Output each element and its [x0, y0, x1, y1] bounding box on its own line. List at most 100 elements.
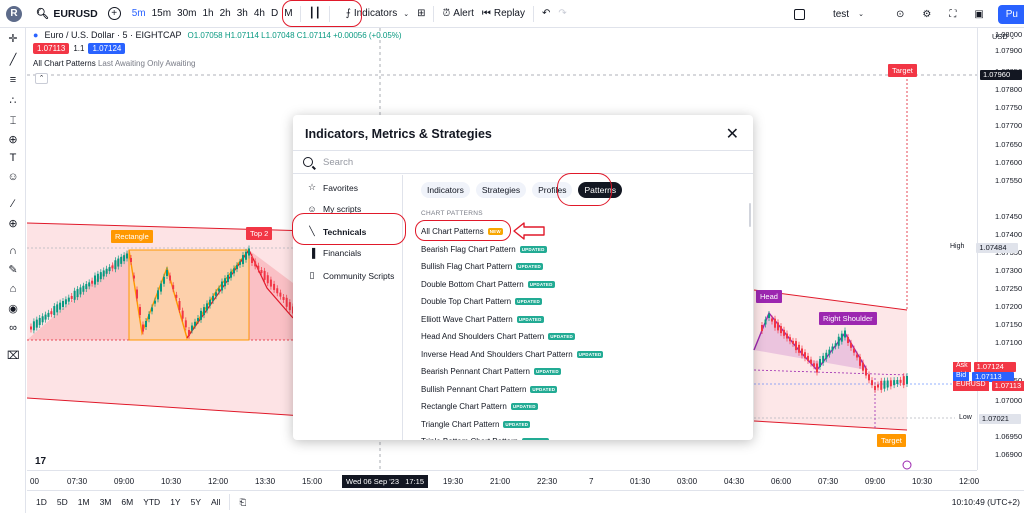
- tab-strategies[interactable]: Strategies: [475, 182, 527, 198]
- interval-3h[interactable]: 3h: [234, 8, 251, 19]
- range-5D[interactable]: 5D: [52, 497, 73, 507]
- time-axis[interactable]: 0007:3009:0010:3012:0013:3015:0018:0019:…: [27, 470, 979, 490]
- candle: [825, 352, 828, 359]
- layout-templates-button[interactable]: ⊞: [413, 4, 429, 24]
- symbol-search-button[interactable]: 🔍︎ EURUSD: [36, 7, 98, 21]
- compare-add-icon[interactable]: +: [107, 7, 121, 20]
- brush-icon[interactable]: ⊕: [7, 134, 19, 146]
- range-1D[interactable]: 1D: [31, 497, 52, 507]
- candle: [285, 297, 288, 307]
- target-bottom-label[interactable]: Target: [877, 434, 906, 447]
- list-item[interactable]: Bearish Pennant Chart Pattern UPDATED: [421, 363, 746, 381]
- range-1Y[interactable]: 1Y: [165, 497, 185, 507]
- list-header: CHART PATTERNS: [421, 210, 483, 217]
- rectangle-label[interactable]: Rectangle: [111, 230, 153, 243]
- zoom-icon[interactable]: ⊕: [7, 218, 19, 230]
- snapshot-button[interactable]: ▣: [970, 4, 987, 24]
- list-item[interactable]: Bearish Flag Chart Pattern UPDATED: [421, 241, 746, 259]
- clock[interactable]: 10:10:49 (UTC+2): [952, 497, 1020, 507]
- eye-icon[interactable]: ◉: [7, 303, 19, 315]
- ruler-icon[interactable]: ∕: [7, 198, 19, 210]
- status-badge: UPDATED: [530, 385, 558, 393]
- sidebar-item-community-scripts[interactable]: ▯ Community Scripts: [307, 270, 395, 281]
- stay-drawing-icon[interactable]: ✎: [7, 264, 19, 276]
- tradingview-logo: 17: [35, 456, 47, 467]
- high-marker: High 1.07484: [950, 243, 1022, 253]
- trend-line-icon[interactable]: ╱: [7, 54, 19, 66]
- sidebar-item-favorites[interactable]: ☆ Favorites: [307, 182, 358, 193]
- sell-button[interactable]: 1.07113: [33, 43, 70, 54]
- search-input[interactable]: [323, 156, 623, 168]
- goto-date-button[interactable]: ⎗: [234, 497, 251, 508]
- indicator-legend[interactable]: All Chart Patterns Last Awaiting Only Aw…: [33, 59, 402, 68]
- interval-15m[interactable]: 15m: [149, 8, 174, 19]
- range-1M[interactable]: 1M: [73, 497, 95, 507]
- interval-D[interactable]: D: [268, 8, 281, 19]
- symbol-title[interactable]: Euro / U.S. Dollar · 5 · EIGHTCAP: [44, 30, 181, 40]
- publish-button[interactable]: Pu: [997, 4, 1024, 24]
- list-item[interactable]: Bullish Pennant Chart Pattern UPDATED: [421, 381, 746, 399]
- close-icon[interactable]: ✕: [726, 124, 739, 144]
- annotation-ring-technicals: [292, 213, 406, 245]
- fib-icon[interactable]: ≡: [7, 74, 19, 86]
- candle: [871, 380, 873, 386]
- tab-indicators[interactable]: Indicators: [421, 182, 470, 198]
- range-3M[interactable]: 3M: [95, 497, 117, 507]
- replay-button[interactable]: ⏮︎ Replay: [478, 4, 529, 24]
- emoji-icon[interactable]: ☺: [7, 171, 19, 183]
- head-label[interactable]: Head: [756, 290, 782, 303]
- candle: [801, 348, 803, 356]
- replay-icon: ⏮︎: [481, 8, 491, 19]
- list-item[interactable]: Head And Shoulders Chart Pattern UPDATED: [421, 328, 746, 346]
- settings-button[interactable]: ⚙︎: [918, 4, 935, 24]
- list-item[interactable]: Inverse Head And Shoulders Chart Pattern…: [421, 346, 746, 364]
- status-badge: UPDATED: [515, 298, 542, 306]
- list-item[interactable]: Rectangle Chart Pattern UPDATED: [421, 398, 746, 416]
- redo-button[interactable]: ↷: [554, 4, 570, 24]
- crosshair-icon[interactable]: ✛: [7, 33, 19, 45]
- candle: [175, 294, 178, 298]
- range-6M[interactable]: 6M: [116, 497, 138, 507]
- layout-name-button[interactable]: test ⌄: [829, 4, 868, 24]
- pattern-icon[interactable]: ∴: [7, 95, 19, 107]
- list-item[interactable]: Elliott Wave Chart Pattern UPDATED: [421, 311, 746, 329]
- time-tick: 15:00: [302, 477, 323, 486]
- candle: [777, 322, 779, 331]
- list-item[interactable]: Bullish Flag Chart Pattern UPDATED: [421, 258, 746, 276]
- interval-5m[interactable]: 5m: [129, 8, 149, 19]
- bar-chart-icon: ▐: [308, 248, 316, 258]
- layout-checkbox[interactable]: [793, 8, 805, 20]
- projection-icon[interactable]: ⌶: [7, 115, 19, 127]
- list-item[interactable]: Triangle Chart Pattern UPDATED: [421, 416, 746, 434]
- undo-button[interactable]: ↶: [538, 4, 554, 24]
- list-item[interactable]: Triple Bottom Chart Pattern UPDATED: [421, 433, 746, 440]
- buy-button[interactable]: 1.07124: [88, 43, 126, 54]
- right-shoulder-label[interactable]: Right Shoulder: [819, 312, 877, 325]
- sidebar-item-financials[interactable]: ▐ Financials: [307, 248, 361, 258]
- legend-collapse-button[interactable]: ⌃: [35, 73, 48, 84]
- interval-1h[interactable]: 1h: [200, 8, 217, 19]
- link-icon[interactable]: ∞: [7, 322, 19, 334]
- interval-4h[interactable]: 4h: [251, 8, 268, 19]
- text-icon[interactable]: T: [7, 152, 19, 164]
- interval-2h[interactable]: 2h: [217, 8, 234, 19]
- list-item[interactable]: Double Top Chart Pattern UPDATED: [421, 293, 746, 311]
- range-5Y[interactable]: 5Y: [186, 497, 206, 507]
- quick-search-button[interactable]: ⊙: [892, 4, 908, 24]
- fullscreen-button[interactable]: ⛶: [945, 4, 960, 24]
- range-YTD[interactable]: YTD: [138, 497, 165, 507]
- target-top-label[interactable]: Target: [888, 64, 917, 77]
- lock-icon[interactable]: ⌂: [7, 283, 19, 295]
- candle: [181, 310, 184, 319]
- list-item[interactable]: Double Bottom Chart Pattern UPDATED: [421, 276, 746, 294]
- user-avatar[interactable]: R: [6, 5, 22, 22]
- trash-icon[interactable]: ⌧: [7, 350, 20, 362]
- alert-button[interactable]: ⏰︎ Alert: [438, 4, 477, 24]
- candle: [266, 275, 269, 284]
- interval-30m[interactable]: 30m: [174, 8, 199, 19]
- magnet-icon[interactable]: ∩: [7, 245, 19, 257]
- list-scrollbar[interactable]: [749, 203, 751, 227]
- candle: [810, 359, 812, 364]
- range-All[interactable]: All: [206, 497, 225, 507]
- top2-label[interactable]: Top 2: [246, 227, 273, 240]
